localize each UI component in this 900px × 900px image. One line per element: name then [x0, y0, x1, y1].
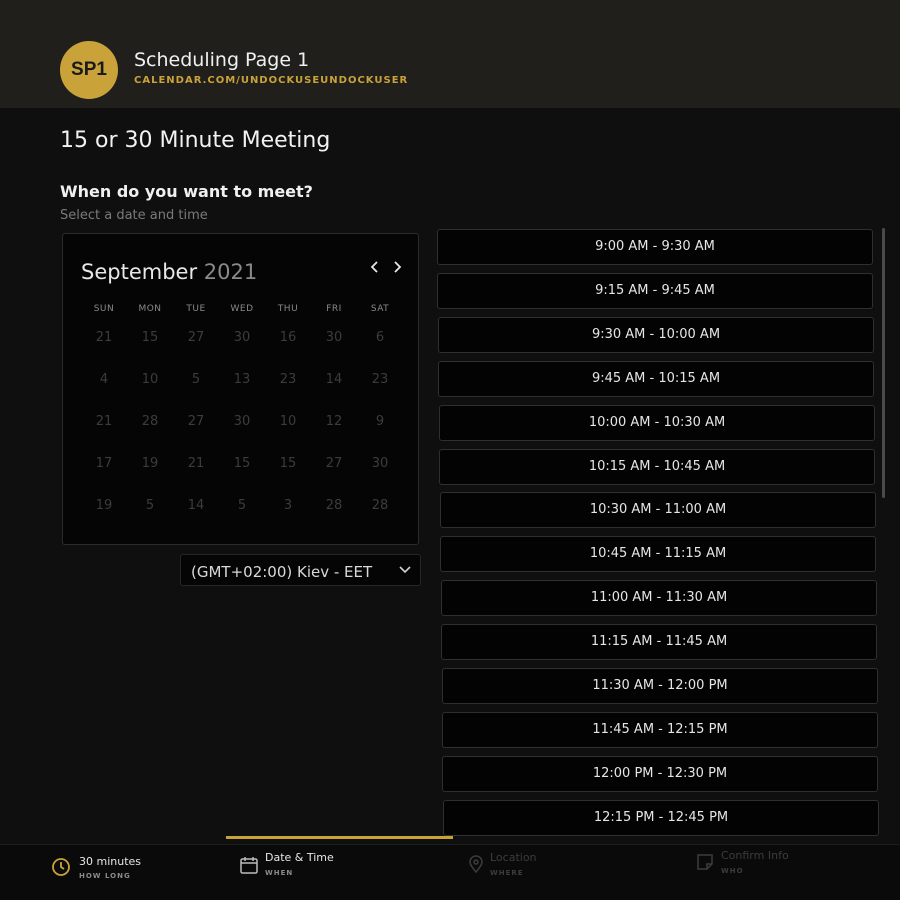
calendar-day: 28	[325, 498, 343, 513]
chevron-right-icon	[394, 261, 402, 273]
weekday-header: THU	[277, 304, 299, 314]
calendar-day: 28	[141, 414, 159, 429]
time-slot-button[interactable]: 9:00 AM - 9:30 AM	[437, 229, 873, 265]
note-icon	[697, 854, 713, 870]
time-slot-button[interactable]: 12:15 PM - 12:45 PM	[443, 800, 879, 836]
calendar-day: 23	[371, 372, 389, 387]
time-slot-scrollbar[interactable]	[882, 228, 885, 498]
calendar-day: 30	[233, 414, 251, 429]
calendar-day: 27	[325, 456, 343, 471]
weekday-header: FRI	[326, 304, 342, 314]
time-slot-button[interactable]: 11:00 AM - 11:30 AM	[441, 580, 877, 616]
calendar-day: 21	[187, 456, 205, 471]
calendar-day: 30	[371, 456, 389, 471]
calendar-day: 6	[375, 330, 385, 345]
calendar-day: 13	[233, 372, 251, 387]
calendar-day: 30	[325, 330, 343, 345]
weekday-header: MON	[138, 304, 162, 314]
section-title: When do you want to meet?	[60, 182, 313, 201]
calendar-icon	[240, 857, 258, 874]
calendar-day: 27	[187, 330, 205, 345]
calendar-day: 27	[187, 414, 205, 429]
calendar-year: 2021	[203, 260, 258, 284]
prev-month-button[interactable]	[366, 260, 384, 278]
step-datetime-sub: WHEN	[265, 869, 294, 877]
calendar-day: 3	[283, 498, 293, 513]
chevron-down-icon	[399, 566, 411, 574]
time-slot-button[interactable]: 11:45 AM - 12:15 PM	[442, 712, 878, 748]
calendar-day: 5	[191, 372, 201, 387]
calendar-day: 30	[233, 330, 251, 345]
next-month-button[interactable]	[388, 260, 406, 278]
chevron-left-icon	[370, 261, 378, 273]
calendar-day: 5	[237, 498, 247, 513]
calendar-day: 5	[145, 498, 155, 513]
avatar: SP1	[60, 41, 118, 99]
step-duration-sub: HOW LONG	[79, 872, 131, 880]
calendar: September 2021 SUN MON TUE WED THU FRI SAT 21 15…	[62, 233, 419, 545]
calendar-day: 10	[141, 372, 159, 387]
calendar-day: 19	[141, 456, 159, 471]
time-slot-button[interactable]: 10:15 AM - 10:45 AM	[439, 449, 875, 485]
calendar-month-year: September 2021	[81, 260, 257, 284]
weekday-header: SUN	[93, 304, 115, 314]
calendar-day: 9	[375, 414, 385, 429]
step-datetime-label[interactable]: Date & Time	[265, 851, 334, 864]
scheduling-page-url[interactable]: CALENDAR.COM/UNDOCKUSEUNDOCKUSER	[134, 75, 408, 86]
time-slot-button[interactable]: 11:15 AM - 11:45 AM	[441, 624, 877, 660]
calendar-month: September	[81, 260, 198, 284]
calendar-day: 17	[95, 456, 113, 471]
calendar-day: 16	[279, 330, 297, 345]
section-subtitle: Select a date and time	[60, 208, 208, 223]
time-slot-button[interactable]: 9:30 AM - 10:00 AM	[438, 317, 874, 353]
step-duration-label: 30 minutes	[79, 855, 142, 868]
time-slot-button[interactable]: 9:15 AM - 9:45 AM	[437, 273, 873, 309]
calendar-day: 14	[187, 498, 205, 513]
weekday-header: SAT	[370, 304, 390, 314]
calendar-day: 15	[233, 456, 251, 471]
time-slot-button[interactable]: 10:00 AM - 10:30 AM	[439, 405, 875, 441]
clock-icon	[52, 858, 70, 876]
calendar-day: 21	[95, 414, 113, 429]
calendar-day: 21	[95, 330, 113, 345]
calendar-day: 10	[279, 414, 297, 429]
calendar-day: 28	[371, 498, 389, 513]
timezone-select[interactable]: (GMT+02:00) Kiev - EET	[180, 554, 421, 586]
step-confirm-sub: WHO	[721, 867, 744, 875]
time-slot-button[interactable]: 10:45 AM - 11:15 AM	[440, 536, 876, 572]
calendar-day: 23	[279, 372, 297, 387]
step-confirm-label[interactable]: Confirm Info	[721, 849, 789, 862]
location-pin-icon	[469, 855, 483, 874]
time-slot-button[interactable]: 12:00 PM - 12:30 PM	[442, 756, 878, 792]
calendar-day: 15	[279, 456, 297, 471]
step-location-label[interactable]: Location	[490, 851, 537, 864]
calendar-day: 14	[325, 372, 343, 387]
step-location-sub: WHERE	[490, 869, 524, 877]
time-slot-button[interactable]: 10:30 AM - 11:00 AM	[440, 492, 876, 528]
time-slot-button[interactable]: 9:45 AM - 10:15 AM	[438, 361, 874, 397]
calendar-day: 12	[325, 414, 343, 429]
timezone-value: (GMT+02:00) Kiev - EET	[191, 563, 373, 581]
calendar-day: 15	[141, 330, 159, 345]
page-title: 15 or 30 Minute Meeting	[60, 128, 331, 153]
active-step-indicator	[226, 836, 453, 839]
scheduling-page-title: Scheduling Page 1	[134, 49, 310, 71]
calendar-day: 4	[99, 372, 109, 387]
calendar-day: 19	[95, 498, 113, 513]
time-slot-button[interactable]: 11:30 AM - 12:00 PM	[442, 668, 878, 704]
weekday-header: WED	[230, 304, 254, 314]
weekday-header: TUE	[186, 304, 206, 314]
